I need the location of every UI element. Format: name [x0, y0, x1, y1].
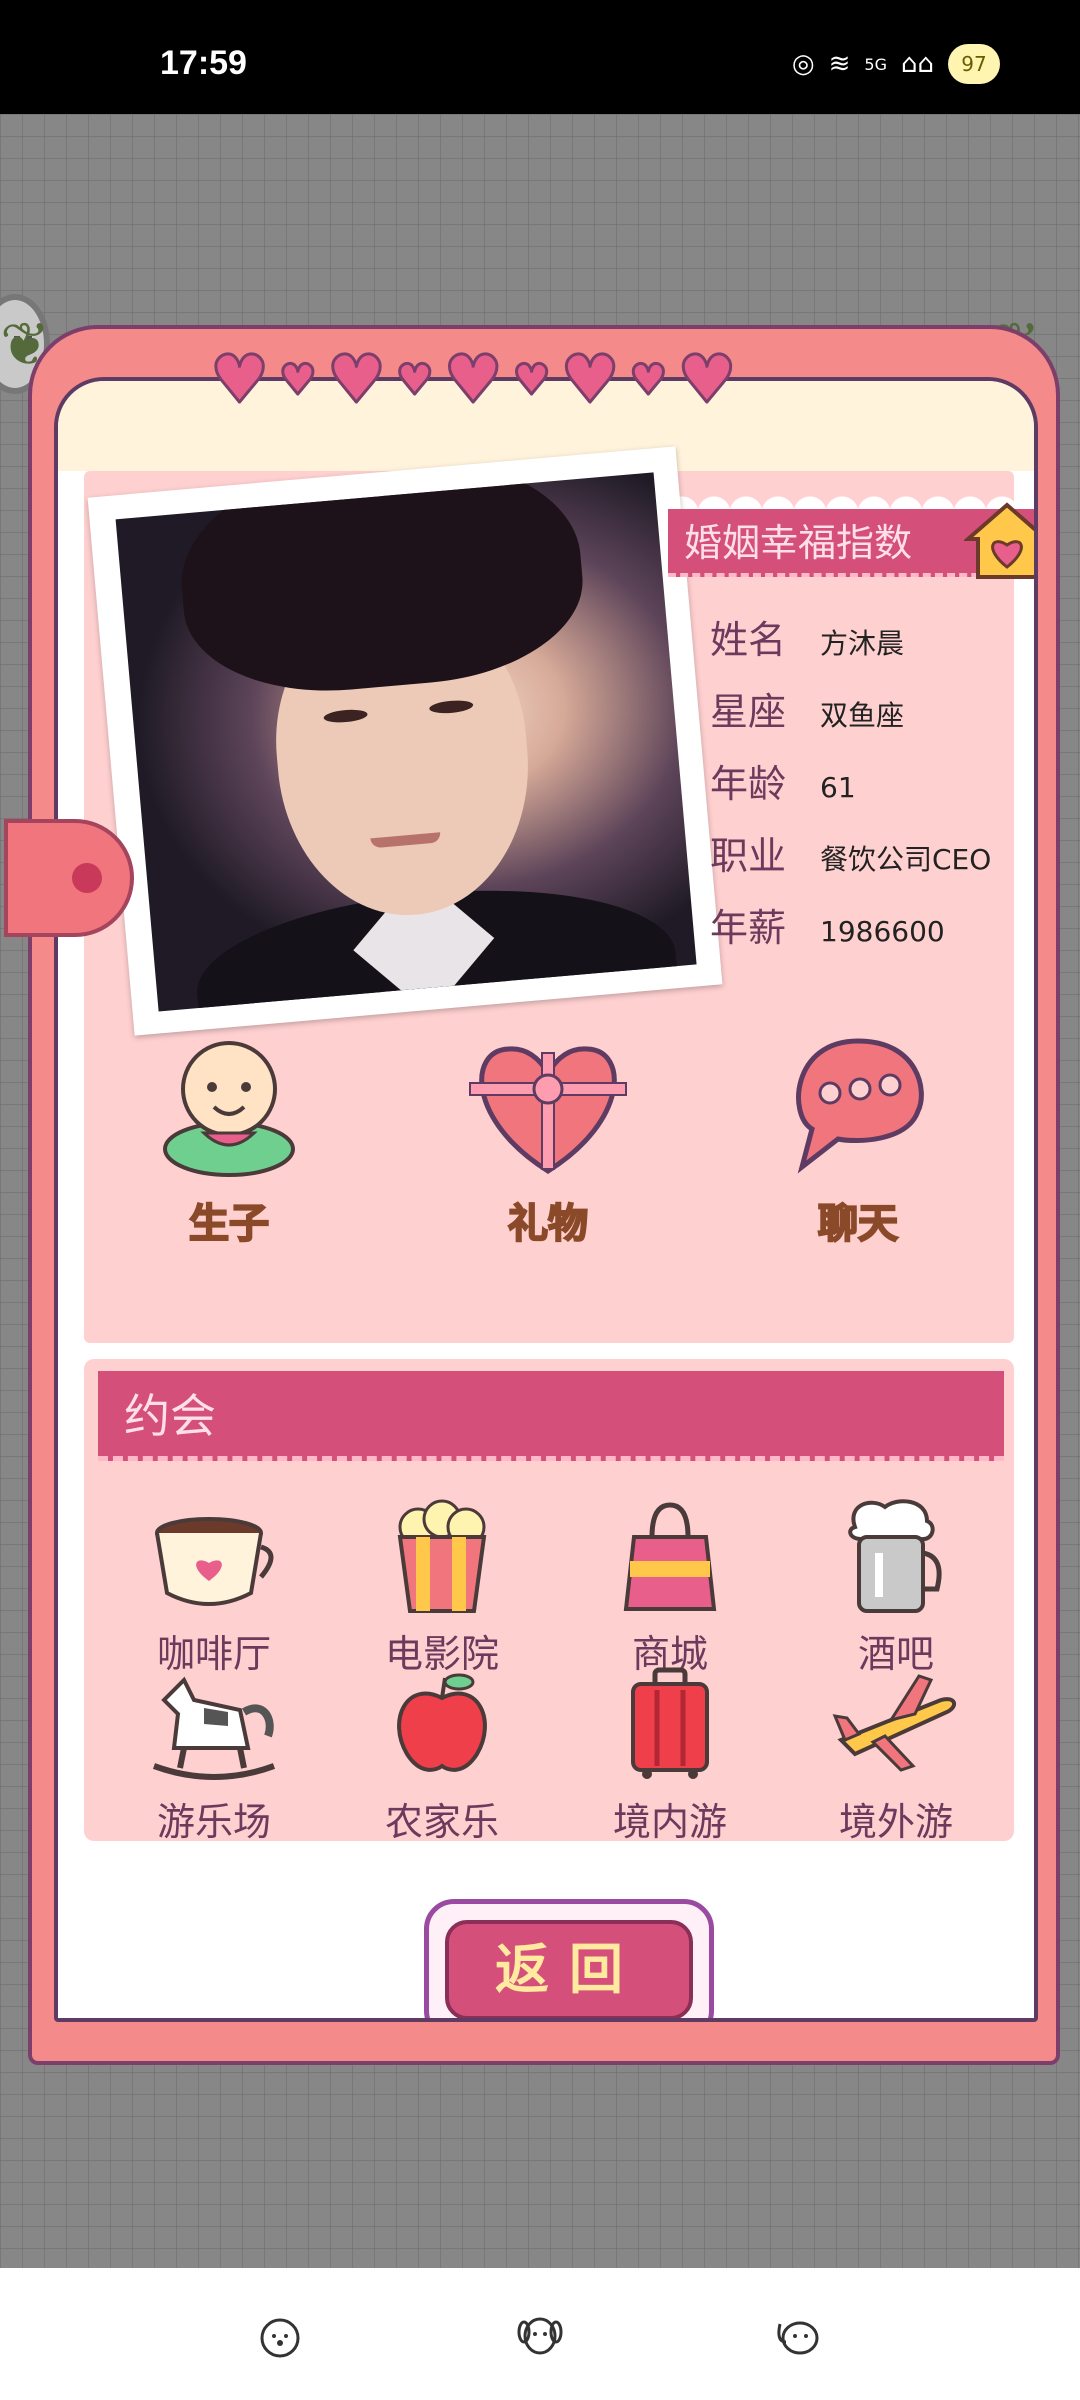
venue-amusement-park[interactable]: 游乐场 [114, 1665, 314, 1846]
venue-domestic-travel[interactable]: 境内游 [570, 1665, 770, 1846]
coffee-cup-icon [155, 1517, 274, 1606]
info-zodiac: 星座 双鱼座 [710, 681, 904, 736]
profile-dialog: 婚姻幸福指数 姓名 方沐晨 星座 双鱼座 年龄 61 职业 餐饮公司CEO 年薪 1986… [4, 325, 1060, 2065]
hearts-decoration: ♥ ♥ ♥ ♥ ♥ ♥ ♥ ♥ ♥ [208, 341, 738, 418]
info-label: 年龄 [710, 762, 787, 806]
info-age: 年龄 61 [710, 753, 856, 808]
eye-comfort-icon: ◎ [791, 49, 815, 79]
suitcase-icon [631, 1667, 709, 1779]
info-label: 星座 [710, 690, 787, 734]
date-panel: 约会 咖啡厅 电影院 商城 酒吧 游乐场 农家乐 境内游 境外游 [84, 1359, 1014, 1844]
airplane-icon [832, 1674, 957, 1772]
back-button[interactable]: 返回 [424, 1899, 714, 2018]
action-label: 礼物 [507, 1200, 589, 1248]
venue-farm-stay[interactable]: 农家乐 [342, 1665, 542, 1846]
gift-heart-icon [469, 1046, 627, 1174]
venue-label: 境外游 [838, 1800, 953, 1844]
info-value: 餐饮公司CEO [820, 843, 992, 876]
info-name: 姓名 方沐晨 [710, 609, 904, 664]
rocking-horse-icon [152, 1676, 276, 1780]
venue-bar[interactable]: 酒吧 [796, 1497, 996, 1678]
house-heart-icon [964, 502, 1034, 579]
nav-recent-dog-icon[interactable] [770, 2312, 826, 2360]
shopping-bag-icon [623, 1502, 717, 1611]
info-label: 年薪 [710, 906, 787, 950]
dialog-body: 婚姻幸福指数 姓名 方沐晨 星座 双鱼座 年龄 61 职业 餐饮公司CEO 年薪 1986… [54, 377, 1038, 2022]
info-value: 方沐晨 [820, 627, 905, 660]
info-job: 职业 餐饮公司CEO [710, 825, 991, 880]
battery-icon: 97 [948, 44, 1000, 84]
signal-label: 5G [864, 54, 887, 74]
wifi-icon: ≋ [828, 49, 851, 79]
apple-icon [397, 1673, 487, 1772]
chat-button[interactable]: 聊天 [778, 1031, 938, 1249]
info-label: 姓名 [710, 618, 787, 662]
scallop-decoration [634, 479, 1018, 513]
back-button-label: 返回 [445, 1920, 693, 2018]
heart-icon: ♥ [559, 341, 621, 418]
venue-mall[interactable]: 商城 [570, 1497, 770, 1678]
hair [171, 472, 591, 704]
action-label: 生子 [188, 1200, 270, 1248]
side-tab[interactable] [4, 819, 134, 937]
portrait-frame [87, 446, 723, 1036]
venue-label: 游乐场 [156, 1800, 271, 1844]
venue-label: 农家乐 [384, 1800, 499, 1844]
venue-cafe[interactable]: 咖啡厅 [114, 1497, 314, 1678]
heart-icon: ♥ [511, 355, 552, 404]
info-value: 双鱼座 [820, 699, 905, 732]
heart-icon: ♥ [628, 355, 669, 404]
status-icons: ◎ ≋ 5G ⌂⌂ 97 [792, 44, 1000, 84]
beer-mug-icon [848, 1499, 942, 1613]
clock: 17:59 [160, 44, 247, 82]
info-value: 61 [820, 771, 856, 804]
info-label: 职业 [710, 834, 787, 878]
nav-back-dog-icon[interactable] [512, 2312, 568, 2360]
venue-overseas-travel[interactable]: 境外游 [796, 1665, 996, 1846]
heart-icon: ♥ [325, 341, 387, 418]
heart-icon: ♥ [278, 355, 319, 404]
popcorn-icon [397, 1499, 487, 1613]
nav-home-dog-icon[interactable] [252, 2312, 308, 2360]
bottom-navigation [0, 2268, 1080, 2400]
character-portrait [115, 472, 697, 1012]
status-bar: 17:59 ◎ ≋ 5G ⌂⌂ 97 [0, 0, 1080, 114]
heart-icon: ♥ [442, 341, 504, 418]
action-label: 聊天 [817, 1200, 899, 1248]
signal-icon: ⌂⌂ [900, 49, 934, 79]
gift-button[interactable]: 礼物 [458, 1031, 638, 1249]
date-header: 约会 [98, 1371, 1004, 1461]
chat-bubble-icon [796, 1038, 924, 1174]
venue-cinema[interactable]: 电影院 [342, 1497, 542, 1678]
info-value: 1986600 [820, 915, 945, 948]
have-baby-button[interactable]: 生子 [154, 1031, 304, 1249]
heart-icon: ♥ [676, 341, 738, 418]
heart-icon: ♥ [395, 355, 436, 404]
baby-icon [163, 1041, 295, 1177]
venue-label: 境内游 [612, 1800, 727, 1844]
heart-icon: ♥ [208, 341, 270, 418]
info-salary: 年薪 1986600 [710, 897, 945, 952]
